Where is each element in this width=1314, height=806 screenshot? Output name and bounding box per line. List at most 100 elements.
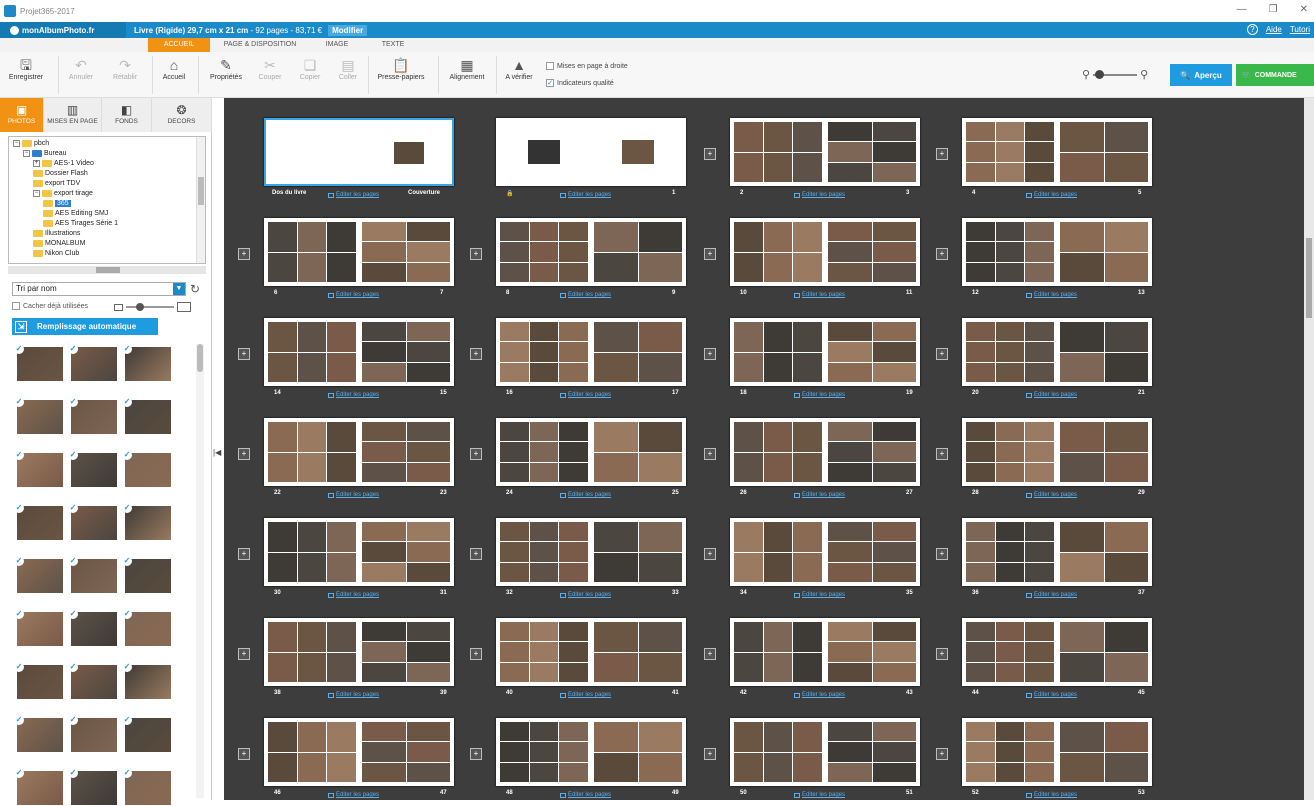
zoom-in-icon[interactable]: ⚲ xyxy=(1140,68,1148,81)
tab-accueil[interactable]: ACCUEIL xyxy=(148,38,210,52)
photo-thumbnail[interactable]: ✓ xyxy=(68,715,118,753)
edit-pages-link[interactable]: Editer les pages xyxy=(1026,792,1077,798)
photo-thumbnail[interactable]: ✓ xyxy=(68,768,118,806)
page-spread[interactable] xyxy=(962,618,1152,686)
add-page-icon[interactable]: + xyxy=(238,548,250,560)
expand-toggle-icon[interactable]: + xyxy=(33,160,40,167)
hide-used-checkbox[interactable]: Cacher déjà utilisées xyxy=(12,302,88,310)
tab-page-disposition[interactable]: PAGE & DISPOSITION xyxy=(212,38,308,52)
add-page-icon[interactable]: + xyxy=(470,448,482,460)
photo-thumbnail[interactable]: ✓ xyxy=(14,397,64,435)
thumbnails-scrollbar[interactable] xyxy=(196,344,204,798)
cut-button[interactable]: ✂ Couper xyxy=(252,56,288,81)
edit-pages-link[interactable]: Editer les pages xyxy=(1026,392,1077,398)
zoom-control[interactable]: ⚲ ⚲ xyxy=(1082,68,1148,81)
page-spread[interactable] xyxy=(264,518,454,586)
edit-pages-link[interactable]: Editer les pages xyxy=(794,192,845,198)
add-page-icon[interactable]: + xyxy=(704,648,716,660)
page-spread[interactable] xyxy=(264,618,454,686)
page-spread[interactable] xyxy=(264,718,454,786)
photo-thumbnail[interactable]: ✓ xyxy=(14,450,64,488)
page-spread[interactable] xyxy=(730,518,920,586)
align-button[interactable]: ▦ Alignement xyxy=(442,56,492,81)
undo-button[interactable]: ↶ Annuler xyxy=(60,56,102,81)
modify-button[interactable]: Modifier xyxy=(328,24,368,36)
clipboard-button[interactable]: 📋 Presse-papiers xyxy=(370,56,432,81)
photo-thumbnail[interactable]: ✓ xyxy=(14,768,64,806)
page-spread[interactable] xyxy=(730,118,920,186)
add-page-icon[interactable]: + xyxy=(470,348,482,360)
page-spread[interactable] xyxy=(962,318,1152,386)
tutorial-link[interactable]: Tutori xyxy=(1290,25,1310,34)
page-spread[interactable] xyxy=(730,718,920,786)
photo-thumbnail[interactable]: ✓ xyxy=(122,609,172,647)
edit-pages-link[interactable]: Editer les pages xyxy=(560,792,611,798)
tree-node[interactable]: Nikon Club xyxy=(33,250,79,257)
add-page-icon[interactable]: + xyxy=(238,248,250,260)
edit-pages-link[interactable]: Editer les pages xyxy=(794,492,845,498)
page-spread[interactable] xyxy=(496,418,686,486)
thumb-size-slider[interactable] xyxy=(114,302,191,312)
edit-pages-link[interactable]: Editer les pages xyxy=(794,292,845,298)
copy-button[interactable]: ❏ Copier xyxy=(292,56,328,81)
add-page-icon[interactable]: + xyxy=(238,648,250,660)
properties-button[interactable]: ✎ Propriétés xyxy=(204,56,248,81)
close-icon[interactable]: ✕ xyxy=(1300,4,1308,15)
add-page-icon[interactable]: + xyxy=(704,448,716,460)
page-spread[interactable] xyxy=(496,718,686,786)
photo-thumbnail[interactable]: ✓ xyxy=(14,609,64,647)
add-page-icon[interactable]: + xyxy=(704,248,716,260)
page-spread[interactable] xyxy=(264,218,454,286)
photo-thumbnail[interactable]: ✓ xyxy=(68,609,118,647)
edit-pages-link[interactable]: Editer les pages xyxy=(328,492,379,498)
photo-thumbnail[interactable]: ✓ xyxy=(14,344,64,382)
photo-thumbnail[interactable]: ✓ xyxy=(122,662,172,700)
tab-image[interactable]: IMAGE xyxy=(310,38,364,52)
quality-checkbox[interactable]: ✓ Indicateurs qualité xyxy=(546,79,614,87)
edit-pages-link[interactable]: Editer les pages xyxy=(328,192,379,198)
tab-backgrounds[interactable]: ◧ FONDS xyxy=(102,98,152,132)
tab-decors[interactable]: ❂ DECORS xyxy=(152,98,212,132)
photo-thumbnail[interactable]: ✓ xyxy=(14,662,64,700)
page-spread[interactable] xyxy=(496,318,686,386)
edit-pages-link[interactable]: Editer les pages xyxy=(560,692,611,698)
edit-pages-link[interactable]: Editer les pages xyxy=(328,292,379,298)
collapse-panel-icon[interactable]: |◀ xyxy=(213,448,221,457)
tree-node[interactable]: MONALBUM xyxy=(33,240,85,247)
folder-tree[interactable]: − pbch − Bureau + AES-1 Video Dossier Flash exp… xyxy=(8,136,206,264)
edit-pages-link[interactable]: Editer les pages xyxy=(1026,592,1077,598)
page-spread[interactable] xyxy=(962,518,1152,586)
edit-pages-link[interactable]: Editer les pages xyxy=(328,792,379,798)
tree-node[interactable]: − pbch xyxy=(13,140,49,147)
zoom-knob[interactable] xyxy=(1095,69,1105,79)
save-button[interactable]: 🖫 Enregistrer xyxy=(2,56,50,81)
edit-pages-link[interactable]: Editer les pages xyxy=(328,592,379,598)
add-page-icon[interactable]: + xyxy=(470,748,482,760)
help-icon[interactable]: ? xyxy=(1246,24,1258,35)
tab-texte[interactable]: TEXTE xyxy=(366,38,420,52)
tree-node[interactable]: Dossier Flash xyxy=(33,170,88,177)
add-page-icon[interactable]: + xyxy=(704,348,716,360)
refresh-icon[interactable]: ↻ xyxy=(190,282,200,296)
add-page-icon[interactable]: + xyxy=(238,748,250,760)
page-spread[interactable] xyxy=(730,618,920,686)
tree-node[interactable]: Illustrations xyxy=(33,230,80,237)
cover-spread[interactable] xyxy=(264,118,454,186)
restore-icon[interactable]: ❐ xyxy=(1269,4,1278,15)
paste-button[interactable]: ▤ Coller xyxy=(332,56,364,81)
page-spread[interactable] xyxy=(730,218,920,286)
photo-thumbnail[interactable]: ✓ xyxy=(68,397,118,435)
photo-thumbnail[interactable]: ✓ xyxy=(122,556,172,594)
home-button[interactable]: ⌂ Accueil xyxy=(156,56,192,81)
tree-node[interactable]: 365 xyxy=(43,200,71,207)
add-page-icon[interactable]: + xyxy=(704,748,716,760)
zoom-out-icon[interactable]: ⚲ xyxy=(1082,68,1090,81)
edit-pages-link[interactable]: Editer les pages xyxy=(1026,192,1077,198)
page-spread[interactable] xyxy=(962,118,1152,186)
add-page-icon[interactable]: + xyxy=(936,748,948,760)
edit-pages-link[interactable]: Editer les pages xyxy=(794,792,845,798)
add-page-icon[interactable]: + xyxy=(936,248,948,260)
edit-pages-link[interactable]: Editer les pages xyxy=(560,292,611,298)
tree-node[interactable]: + AES-1 Video xyxy=(33,160,94,167)
tab-layouts[interactable]: ▥ MISES EN PAGE xyxy=(44,98,102,132)
